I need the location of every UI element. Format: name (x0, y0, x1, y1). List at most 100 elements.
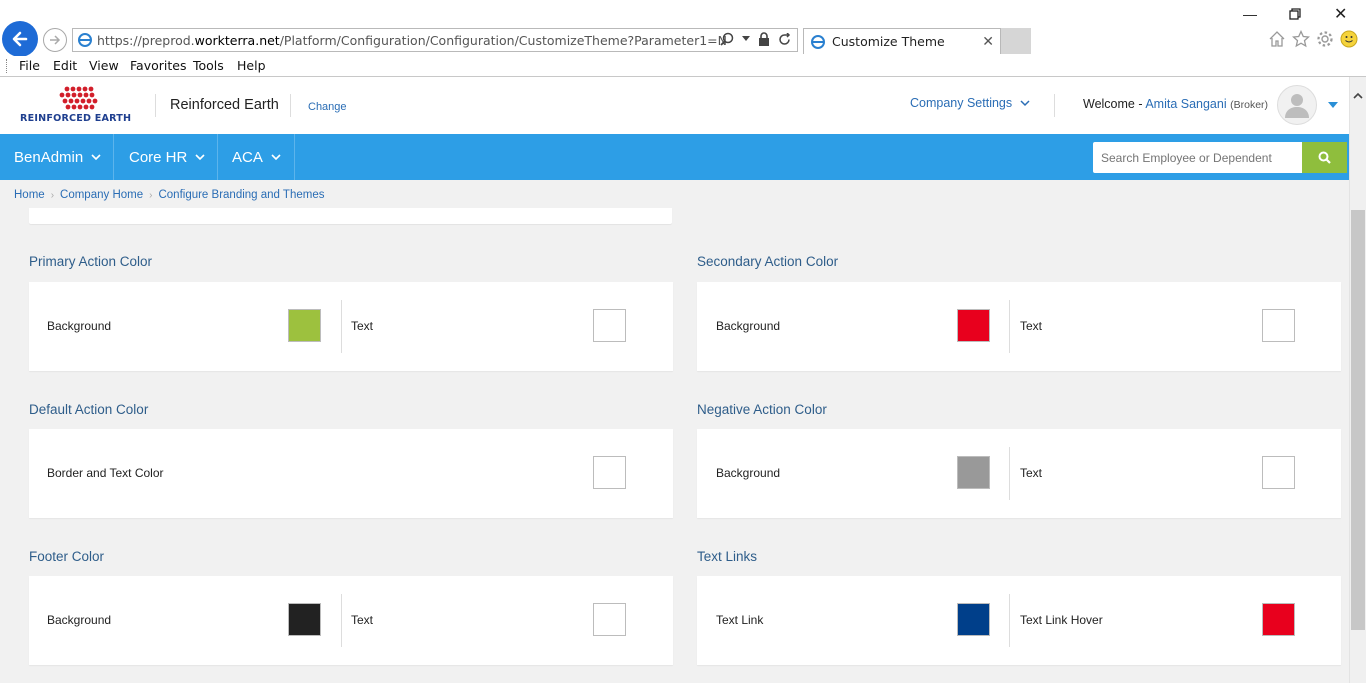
user-name[interactable]: Amita Sangani (1145, 97, 1226, 111)
secondary-action-card: Background Text (697, 282, 1341, 371)
footer-text-label: Text (351, 613, 374, 627)
text-links-card: Text Link Text Link Hover (697, 576, 1341, 665)
negative-action-card: Background Text (697, 429, 1341, 518)
text-link-label: Text Link (716, 613, 764, 627)
breadcrumb-company-home[interactable]: Company Home (60, 189, 143, 201)
ie-page-icon (78, 33, 92, 47)
menu-bar: File Edit View Favorites Tools Help (0, 56, 1366, 77)
lock-icon[interactable] (758, 32, 770, 46)
chevron-right-icon: › (149, 189, 153, 201)
forward-button[interactable] (43, 28, 67, 52)
employee-search-input[interactable] (1093, 142, 1303, 173)
home-icon[interactable] (1268, 30, 1286, 48)
footer-background-label: Background (47, 613, 112, 627)
company-settings-menu[interactable]: Company Settings (910, 96, 1030, 110)
text-link-swatch[interactable] (957, 603, 990, 636)
search-icon[interactable] (720, 32, 734, 46)
primary-action-card: Background Text (29, 282, 673, 371)
nav-benadmin[interactable]: BenAdmin (14, 134, 101, 180)
nav-core-hr[interactable]: Core HR (129, 134, 205, 180)
negative-text-swatch[interactable] (1262, 456, 1295, 489)
nav-aca[interactable]: ACA (232, 134, 281, 180)
header-divider (1054, 94, 1055, 117)
browser-chrome: https://preprod.workterra.net/Platform/C… (0, 0, 1366, 57)
secondary-action-title: Secondary Action Color (697, 254, 839, 269)
company-logo[interactable]: REINFORCED EARTH (20, 86, 138, 124)
user-menu-caret-icon[interactable] (1328, 102, 1338, 108)
nav-divider (113, 134, 114, 180)
page-scrollbar[interactable] (1349, 77, 1366, 683)
back-button[interactable] (2, 21, 38, 57)
secondary-background-label: Background (716, 319, 781, 333)
text-links-title: Text Links (697, 549, 758, 564)
forward-arrow-icon (50, 35, 61, 45)
new-tab-button[interactable] (1001, 28, 1031, 54)
tab-customize-theme[interactable]: Customize Theme ✕ (803, 28, 1001, 54)
default-border-swatch[interactable] (593, 456, 626, 489)
scroll-thumb[interactable] (1351, 210, 1365, 630)
default-action-card: Border and Text Color (29, 429, 673, 518)
menu-grip (6, 59, 8, 73)
url-text: https://preprod.workterra.net/Platform/C… (97, 32, 727, 48)
minimize-icon[interactable]: — (1243, 6, 1257, 22)
smiley-feedback-icon[interactable] (1340, 30, 1358, 48)
secondary-text-label: Text (1020, 319, 1043, 333)
ie-tab-icon (811, 34, 825, 49)
breadcrumb: Home › Company Home › Configure Branding… (14, 189, 324, 201)
nav-benadmin-label: BenAdmin (14, 148, 84, 166)
breadcrumb-current[interactable]: Configure Branding and Themes (158, 189, 324, 201)
primary-action-title: Primary Action Color (29, 254, 153, 269)
nav-aca-label: ACA (232, 148, 263, 166)
default-border-label: Border and Text Color (47, 466, 164, 480)
scroll-up-arrow-icon[interactable] (1353, 91, 1363, 101)
search-button[interactable] (1302, 142, 1347, 173)
card-divider (341, 300, 342, 353)
logo-brand-text: REINFORCED EARTH (20, 113, 132, 124)
footer-background-swatch[interactable] (288, 603, 321, 636)
negative-background-swatch[interactable] (957, 456, 990, 489)
primary-background-label: Background (47, 319, 112, 333)
menu-edit[interactable]: Edit (53, 58, 77, 73)
main-nav: BenAdmin Core HR ACA (0, 134, 1349, 180)
avatar[interactable] (1277, 85, 1317, 125)
footer-text-swatch[interactable] (593, 603, 626, 636)
close-tab-icon[interactable]: ✕ (982, 33, 994, 50)
primary-text-swatch[interactable] (593, 309, 626, 342)
dropdown-icon[interactable] (742, 36, 750, 42)
text-link-hover-swatch[interactable] (1262, 603, 1295, 636)
menu-view[interactable]: View (89, 58, 119, 73)
nav-divider (294, 134, 295, 180)
search-icon (1318, 151, 1331, 164)
restore-icon[interactable] (1289, 8, 1301, 20)
breadcrumb-home[interactable]: Home (14, 189, 45, 201)
company-name: Reinforced Earth (170, 97, 279, 113)
app-header: REINFORCED EARTH Reinforced Earth Change… (0, 77, 1349, 134)
card-divider (341, 594, 342, 647)
header-divider (155, 94, 156, 117)
footer-color-title: Footer Color (29, 549, 105, 564)
negative-background-label: Background (716, 466, 781, 480)
refresh-icon[interactable] (778, 32, 791, 46)
close-window-icon[interactable]: ✕ (1334, 4, 1347, 24)
chevron-down-icon (271, 153, 281, 160)
logo-dots-icon (59, 86, 98, 110)
secondary-background-swatch[interactable] (957, 309, 990, 342)
menu-favorites[interactable]: Favorites (130, 58, 186, 73)
secondary-text-swatch[interactable] (1262, 309, 1295, 342)
card-divider (1009, 300, 1010, 353)
address-bar[interactable]: https://preprod.workterra.net/Platform/C… (72, 28, 798, 52)
menu-help[interactable]: Help (237, 58, 266, 73)
favorites-star-icon[interactable] (1292, 30, 1310, 48)
welcome-text: Welcome - Amita Sangani (Broker) (1083, 97, 1268, 111)
change-company-link[interactable]: Change (308, 101, 347, 113)
header-divider (290, 94, 291, 117)
text-link-hover-label: Text Link Hover (1020, 613, 1103, 627)
menu-tools[interactable]: Tools (193, 58, 224, 73)
settings-gear-icon[interactable] (1316, 30, 1334, 48)
card-divider (1009, 447, 1010, 500)
chevron-down-icon (91, 153, 101, 160)
nav-core-hr-label: Core HR (129, 148, 188, 166)
chevron-down-icon (195, 153, 205, 160)
menu-file[interactable]: File (19, 58, 40, 73)
primary-background-swatch[interactable] (288, 309, 321, 342)
